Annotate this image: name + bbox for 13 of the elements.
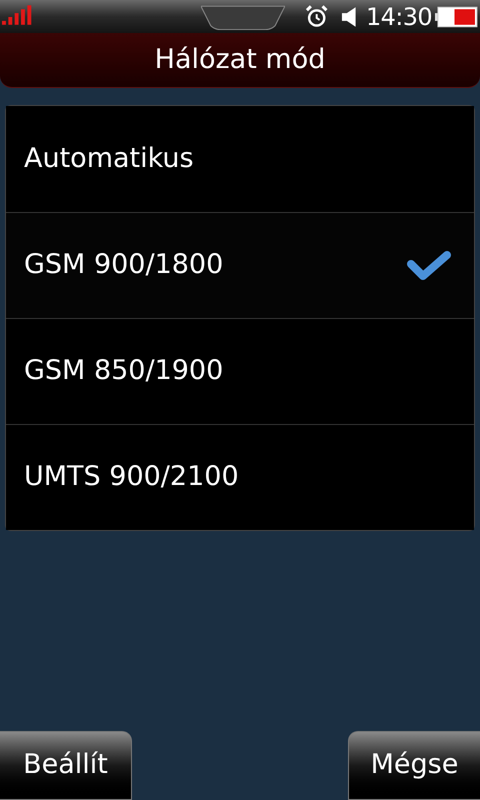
option-label: GSM 850/1900 (24, 354, 224, 388)
option-label: GSM 900/1800 (24, 248, 224, 282)
checkmark-icon (406, 250, 452, 282)
soft-key-button[interactable]: Beállít (0, 731, 132, 800)
option-label: Automatikus (24, 142, 194, 176)
soft-key-button[interactable]: Mégse (348, 731, 480, 800)
option-row[interactable]: UMTS 900/2100 (6, 424, 474, 530)
window-title: Hálózat mód (154, 42, 326, 77)
option-row[interactable]: GSM 900/1800 (6, 212, 474, 318)
alarm-clock-icon (305, 4, 328, 30)
battery-icon (435, 6, 478, 28)
option-label: UMTS 900/2100 (24, 460, 239, 494)
clock-time: 14:30 (366, 4, 432, 28)
